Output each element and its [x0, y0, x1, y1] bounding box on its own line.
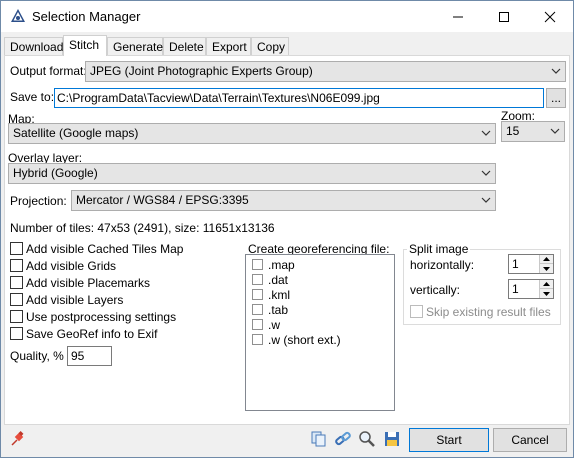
zoom-icon[interactable] — [358, 430, 376, 448]
quality-label: Quality, % — [10, 349, 64, 363]
georef-exif-label: Save GeoRef info to Exif — [26, 327, 158, 341]
save-to-input[interactable]: C:\ProgramData\Tacview\Data\Terrain\Text… — [54, 88, 544, 108]
spin-down-button[interactable] — [539, 289, 553, 298]
vertically-value: 1 — [512, 282, 519, 296]
vertically-spinner[interactable]: 1 — [508, 279, 554, 299]
output-format-label: Output format: — [10, 64, 87, 78]
tab-generate[interactable]: Generate — [107, 37, 163, 55]
tab-copy[interactable]: Copy — [251, 37, 289, 55]
projection-label: Projection: — [10, 194, 67, 208]
horizontally-value: 1 — [512, 257, 519, 271]
zoom-select[interactable]: 15 — [501, 121, 565, 142]
layers-label: Add visible Layers — [26, 293, 124, 307]
maximize-button[interactable] — [481, 1, 527, 32]
minimize-icon — [453, 16, 463, 17]
title-bar[interactable]: Selection Manager — [1, 1, 573, 32]
georef-w-short-checkbox[interactable] — [252, 334, 263, 345]
skip-existing-checkbox[interactable] — [410, 305, 423, 318]
output-format-value: JPEG (Joint Photographic Experts Group) — [90, 64, 313, 78]
pin-icon[interactable] — [9, 430, 27, 448]
selection-manager-window: Selection Manager Download Stitch Genera… — [0, 0, 574, 458]
tab-download[interactable]: Download — [4, 37, 63, 55]
chevron-down-icon — [481, 197, 491, 203]
split-image-label: Split image — [407, 242, 471, 256]
grids-label: Add visible Grids — [26, 259, 117, 273]
placemarks-label: Add visible Placemarks — [26, 276, 151, 290]
georef-map-label: .map — [268, 258, 295, 272]
chevron-up-icon — [543, 257, 550, 261]
georef-w-label: .w — [268, 318, 280, 332]
skip-existing-label: Skip existing result files — [426, 305, 551, 319]
output-format-select[interactable]: JPEG (Joint Photographic Experts Group) — [85, 61, 566, 82]
projection-select[interactable]: Mercator / WGS84 / EPSG:3395 — [71, 190, 496, 211]
save-to-value: C:\ProgramData\Tacview\Data\Terrain\Text… — [57, 91, 380, 105]
tiles-info: Number of tiles: 47x53 (2491), size: 116… — [10, 221, 275, 235]
overlay-select[interactable]: Hybrid (Google) — [8, 163, 496, 184]
layers-checkbox[interactable] — [10, 293, 23, 306]
georef-map-checkbox[interactable] — [252, 259, 263, 270]
maximize-icon — [499, 11, 509, 22]
cached-tiles-checkbox[interactable] — [10, 242, 23, 255]
save-icon[interactable] — [383, 430, 401, 448]
vertically-label: vertically: — [410, 283, 461, 297]
postprocessing-checkbox[interactable] — [10, 310, 23, 323]
tab-stitch[interactable]: Stitch — [63, 35, 107, 56]
close-icon — [544, 11, 556, 22]
link-icon[interactable] — [334, 430, 352, 448]
spin-down-button[interactable] — [539, 264, 553, 273]
georef-w-short-label: .w (short ext.) — [268, 333, 341, 347]
georef-tab-checkbox[interactable] — [252, 304, 263, 315]
cancel-button[interactable]: Cancel — [493, 428, 567, 452]
chevron-up-icon — [543, 282, 550, 286]
georef-dat-label: .dat — [268, 273, 289, 287]
cached-tiles-label: Add visible Cached Tiles Map — [26, 242, 184, 256]
close-button[interactable] — [527, 1, 573, 32]
app-icon — [11, 9, 25, 22]
map-select[interactable]: Satellite (Google maps) — [8, 123, 496, 144]
georef-kml-checkbox[interactable] — [252, 289, 263, 300]
georef-w-checkbox[interactable] — [252, 319, 263, 330]
grids-checkbox[interactable] — [10, 259, 23, 272]
chevron-down-icon — [543, 266, 550, 271]
overlay-value: Hybrid (Google) — [13, 166, 98, 180]
chevron-down-icon — [550, 128, 560, 134]
spin-up-button[interactable] — [539, 280, 553, 289]
save-to-label: Save to: — [10, 90, 55, 104]
georef-dat-checkbox[interactable] — [252, 274, 263, 285]
tab-delete[interactable]: Delete — [163, 37, 206, 55]
georef-exif-checkbox[interactable] — [10, 327, 23, 340]
georef-kml-label: .kml — [268, 288, 290, 302]
placemarks-checkbox[interactable] — [10, 276, 23, 289]
georef-tab-label: .tab — [268, 303, 289, 317]
zoom-value: 15 — [506, 124, 520, 138]
tab-export[interactable]: Export — [206, 37, 251, 55]
map-value: Satellite (Google maps) — [13, 126, 139, 140]
chevron-down-icon — [551, 68, 561, 74]
quality-input[interactable]: 95 — [67, 346, 112, 366]
postprocessing-label: Use postprocessing settings — [26, 310, 177, 324]
minimize-button[interactable] — [435, 1, 481, 32]
window-title: Selection Manager — [32, 9, 141, 24]
quality-value: 95 — [71, 349, 85, 363]
horizontally-label: horizontally: — [410, 258, 475, 272]
horizontally-spinner[interactable]: 1 — [508, 254, 554, 274]
georef-list: .map .dat .kml .tab .w .w (short ext.) — [245, 254, 395, 411]
spin-up-button[interactable] — [539, 255, 553, 264]
projection-value: Mercator / WGS84 / EPSG:3395 — [76, 193, 249, 207]
chevron-down-icon — [543, 291, 550, 296]
browse-button[interactable]: ... — [546, 88, 566, 108]
copy-icon[interactable] — [310, 430, 328, 448]
chevron-down-icon — [481, 130, 491, 136]
chevron-down-icon — [481, 170, 491, 176]
start-button[interactable]: Start — [409, 428, 489, 452]
